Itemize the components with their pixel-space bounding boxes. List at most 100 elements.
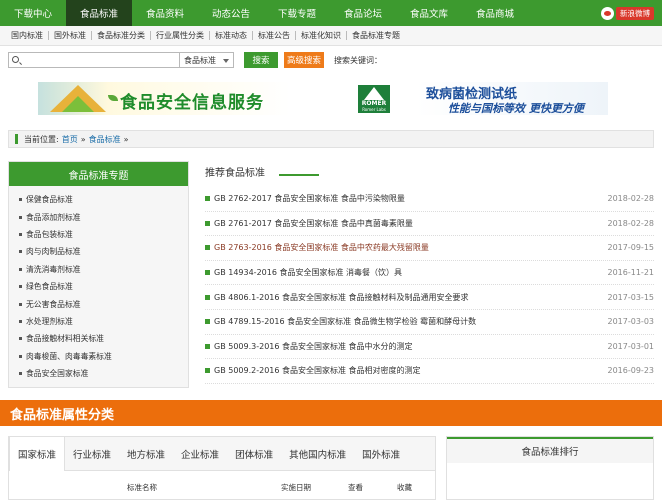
bullet-icon	[205, 294, 210, 300]
standard-title[interactable]: GB 2763-2016 食品安全国家标准 食品中农药最大残留限量	[214, 242, 429, 253]
subnav-standard-classification[interactable]: 食品标准分类	[92, 31, 151, 40]
bullet-icon	[19, 337, 22, 341]
bullet-icon	[205, 343, 210, 349]
nav-library[interactable]: 食品文库	[396, 0, 462, 26]
bullet-icon	[19, 372, 22, 376]
sidebar-item[interactable]: 食品包装标准	[9, 226, 188, 243]
list-item[interactable]: GB 5009.3-2016 食品安全国家标准 食品中水分的测定 2017-03-…	[205, 335, 654, 360]
romer-labs-banner[interactable]: ROMER Romer Labs 致病菌检测试纸 性能与国标等效 更快更方便	[356, 82, 608, 115]
recommended-list: GB 2762-2017 食品安全国家标准 食品中污染物限量 2018-02-28…	[205, 187, 654, 384]
food-pyramid-inner-icon	[62, 96, 94, 112]
sidebar-item-label: 保健食品标准	[26, 195, 73, 205]
subnav-standard-notices[interactable]: 标准公告	[253, 31, 296, 40]
ranking-title: 食品标准排行	[447, 437, 653, 463]
nav-news[interactable]: 动态公告	[198, 0, 264, 26]
list-item[interactable]: GB 2761-2017 食品安全国家标准 食品中真菌毒素限量 2018-02-2…	[205, 212, 654, 237]
standard-date: 2017-03-03	[607, 317, 655, 327]
search-button[interactable]: 搜索	[244, 52, 278, 68]
sidebar-item[interactable]: 食品添加剂标准	[9, 208, 188, 225]
sidebar-item[interactable]: 绿色食品标准	[9, 278, 188, 295]
romer-banner-tagline: 性能与国标等效 更快更方便	[448, 102, 584, 115]
sidebar-item[interactable]: 食品接触材料相关标准	[9, 330, 188, 347]
list-item[interactable]: GB 14934-2016 食品安全国家标准 消毒餐（饮）具 2016-11-21	[205, 261, 654, 286]
tab-industry[interactable]: 行业标准	[65, 437, 119, 471]
sidebar-item-label: 肉毒梭菌、肉毒毒素标准	[26, 351, 112, 361]
tab-row: 国家标准 行业标准 地方标准 企业标准 团体标准 其他国内标准 国外标准	[9, 437, 435, 471]
tab-other-domestic[interactable]: 其他国内标准	[281, 437, 354, 471]
standard-topics-sidebar: 食品标准专题 保健食品标准 食品添加剂标准 食品包装标准 肉与肉制品标准 清洗消…	[8, 161, 189, 388]
subnav-domestic-standards[interactable]: 国内标准	[6, 31, 49, 40]
bullet-icon	[205, 245, 210, 251]
sidebar-item-label: 食品接触材料相关标准	[26, 334, 104, 344]
sidebar-item-label: 食品添加剂标准	[26, 212, 81, 222]
breadcrumb-marker	[15, 134, 18, 144]
standard-title[interactable]: GB 14934-2016 食品安全国家标准 消毒餐（饮）具	[214, 267, 402, 278]
recommended-title: 推荐食品标准	[205, 167, 265, 179]
breadcrumb: 当前位置: 首页 » 食品标准 »	[8, 130, 654, 148]
bullet-icon	[19, 354, 22, 358]
search-input[interactable]	[8, 52, 180, 68]
romer-logo: ROMER Romer Labs	[358, 85, 390, 113]
weibo-link[interactable]: 新浪微博	[601, 6, 654, 20]
standard-title[interactable]: GB 5009.2-2016 食品安全国家标准 食品相对密度的测定	[214, 365, 421, 376]
bullet-icon	[205, 270, 210, 276]
sidebar-item-label: 无公害食品标准	[26, 299, 81, 309]
breadcrumb-home[interactable]: 首页	[62, 134, 78, 145]
sidebar-item[interactable]: 肉与肉制品标准	[9, 243, 188, 260]
column-favorite: 收藏	[397, 483, 412, 492]
advanced-search-button[interactable]: 高级搜索	[284, 52, 324, 68]
standard-title[interactable]: GB 4806.1-2016 食品安全国家标准 食品接触材料及制品通用安全要求	[214, 292, 469, 303]
search-keywords-label: 搜索关键词：	[334, 55, 382, 65]
sidebar-item[interactable]: 无公害食品标准	[9, 295, 188, 312]
title-underline	[279, 174, 319, 176]
tab-enterprise[interactable]: 企业标准	[173, 437, 227, 471]
food-safety-banner[interactable]: 食品安全信息服务	[38, 82, 290, 115]
subnav-standardization-knowledge[interactable]: 标准化知识	[296, 31, 347, 40]
sidebar-item-label: 食品包装标准	[26, 229, 73, 239]
sidebar-item[interactable]: 水处理剂标准	[9, 313, 188, 330]
tab-group[interactable]: 团体标准	[227, 437, 281, 471]
list-item[interactable]: GB 4806.1-2016 食品安全国家标准 食品接触材料及制品通用安全要求 2…	[205, 285, 654, 310]
sidebar-item[interactable]: 食品安全国家标准	[9, 365, 188, 382]
leaf-icon	[108, 95, 118, 101]
nav-food-standards[interactable]: 食品标准	[66, 0, 132, 26]
standard-title[interactable]: GB 2762-2017 食品安全国家标准 食品中污染物限量	[214, 193, 405, 204]
search-category-select[interactable]: 食品标准	[180, 52, 234, 68]
table-header: 标准名称 实施日期 查看 收藏	[9, 471, 435, 499]
sidebar-item-label: 食品安全国家标准	[26, 369, 89, 379]
tab-national[interactable]: 国家标准	[9, 437, 66, 471]
bullet-icon	[19, 319, 22, 323]
list-item[interactable]: GB 4789.15-2016 食品安全国家标准 食品微生物学检验 霉菌和酵母计…	[205, 310, 654, 335]
standard-title[interactable]: GB 2761-2017 食品安全国家标准 食品中真菌毒素限量	[214, 218, 413, 229]
bullet-icon	[19, 285, 22, 289]
nav-food-materials[interactable]: 食品资料	[132, 0, 198, 26]
tab-foreign[interactable]: 国外标准	[354, 437, 408, 471]
sidebar-item[interactable]: 肉毒梭菌、肉毒毒素标准	[9, 348, 188, 365]
nav-mall[interactable]: 食品商城	[462, 0, 528, 26]
sidebar-item[interactable]: 保健食品标准	[9, 191, 188, 208]
nav-forum[interactable]: 食品论坛	[330, 0, 396, 26]
subnav-foreign-standards[interactable]: 国外标准	[49, 31, 92, 40]
list-item[interactable]: GB 5009.2-2016 食品安全国家标准 食品相对密度的测定 2016-09…	[205, 359, 654, 384]
breadcrumb-current[interactable]: 食品标准	[89, 134, 121, 145]
sidebar-item[interactable]: 清洗消毒剂标准	[9, 261, 188, 278]
list-item[interactable]: GB 2762-2017 食品安全国家标准 食品中污染物限量 2018-02-28	[205, 187, 654, 212]
nav-download-center[interactable]: 下载中心	[0, 0, 66, 26]
subnav-industry-classification[interactable]: 行业属性分类	[151, 31, 210, 40]
sidebar-item-label: 绿色食品标准	[26, 282, 73, 292]
column-standard-name: 标准名称	[127, 483, 157, 492]
breadcrumb-label: 当前位置:	[24, 134, 59, 144]
standard-title[interactable]: GB 5009.3-2016 食品安全国家标准 食品中水分的测定	[214, 341, 413, 352]
tab-local[interactable]: 地方标准	[119, 437, 173, 471]
top-nav: 下载中心 食品标准 食品资料 动态公告 下载专题 食品论坛 食品文库 食品商城	[0, 0, 662, 26]
subnav-standard-topics[interactable]: 食品标准专题	[347, 31, 405, 40]
search-category-value: 食品标准	[184, 55, 216, 65]
list-item[interactable]: GB 2763-2016 食品安全国家标准 食品中农药最大残留限量 2017-09…	[205, 236, 654, 261]
subnav-standard-news[interactable]: 标准动态	[210, 31, 253, 40]
nav-download-topics[interactable]: 下载专题	[264, 0, 330, 26]
standard-date: 2018-02-28	[607, 218, 655, 228]
bullet-icon	[19, 302, 22, 306]
standard-title[interactable]: GB 4789.15-2016 食品安全国家标准 食品微生物学检验 霉菌和酵母计…	[214, 316, 476, 327]
sub-nav: 国内标准 国外标准 食品标准分类 行业属性分类 标准动态 标准公告 标准化知识 …	[0, 26, 662, 46]
column-view: 查看	[348, 483, 363, 492]
